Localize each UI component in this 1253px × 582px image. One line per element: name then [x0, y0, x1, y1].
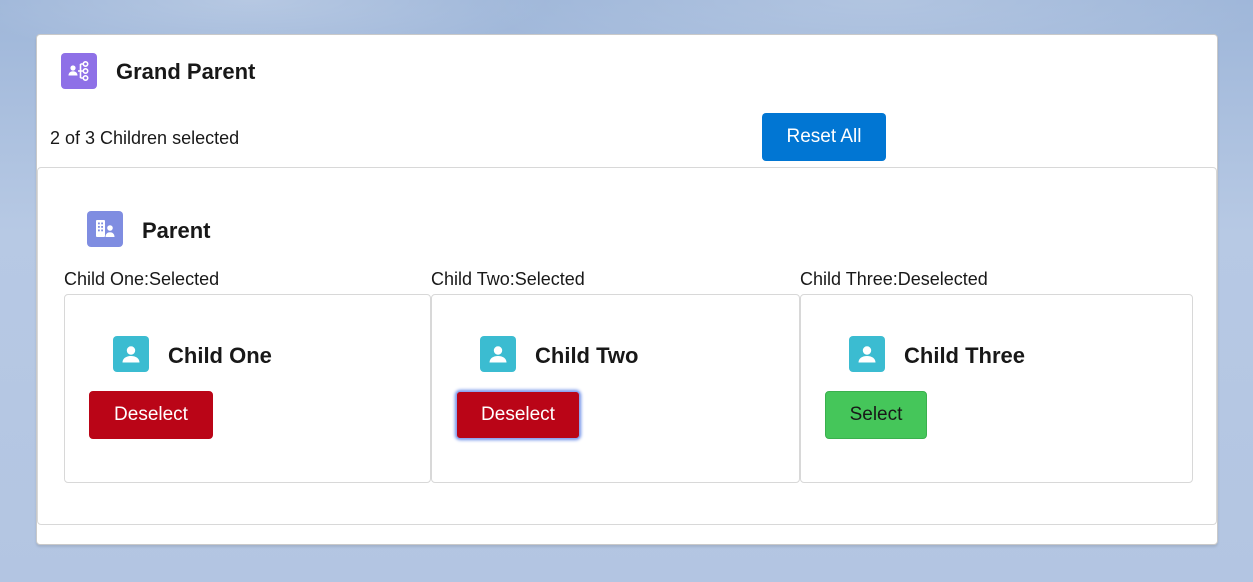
building-person-icon	[87, 211, 123, 247]
person-icon	[480, 336, 516, 372]
child-one-status: Child One:Selected	[64, 269, 220, 289]
child-two-title: Child Two	[535, 343, 639, 368]
grand-parent-card: Grand Parent 2 of 3 Children selected Re…	[36, 34, 1218, 545]
grand-parent-title: Grand Parent	[116, 59, 256, 84]
parent-title: Parent	[142, 218, 211, 243]
child-one-title: Child One	[168, 343, 272, 368]
child-two-status: Child Two:Selected	[431, 269, 585, 289]
selection-summary: 2 of 3 Children selected	[50, 128, 240, 148]
person-icon	[849, 336, 885, 372]
child-three-card: Child Three Select	[800, 294, 1193, 483]
child-one-card: Child One Deselect	[64, 294, 431, 483]
child-two-deselect-button[interactable]: Deselect	[456, 391, 580, 439]
parent-card: Parent Child One:Selected Child One Dese…	[37, 167, 1217, 525]
hierarchy-icon	[61, 53, 97, 89]
child-three-select-button[interactable]: Select	[825, 391, 927, 439]
reset-all-button[interactable]: Reset All	[762, 113, 886, 161]
child-three-title: Child Three	[904, 343, 1026, 368]
child-three-status: Child Three:Deselected	[800, 269, 988, 289]
child-two-card: Child Two Deselect	[431, 294, 800, 483]
child-one-deselect-button[interactable]: Deselect	[89, 391, 213, 439]
person-icon	[113, 336, 149, 372]
